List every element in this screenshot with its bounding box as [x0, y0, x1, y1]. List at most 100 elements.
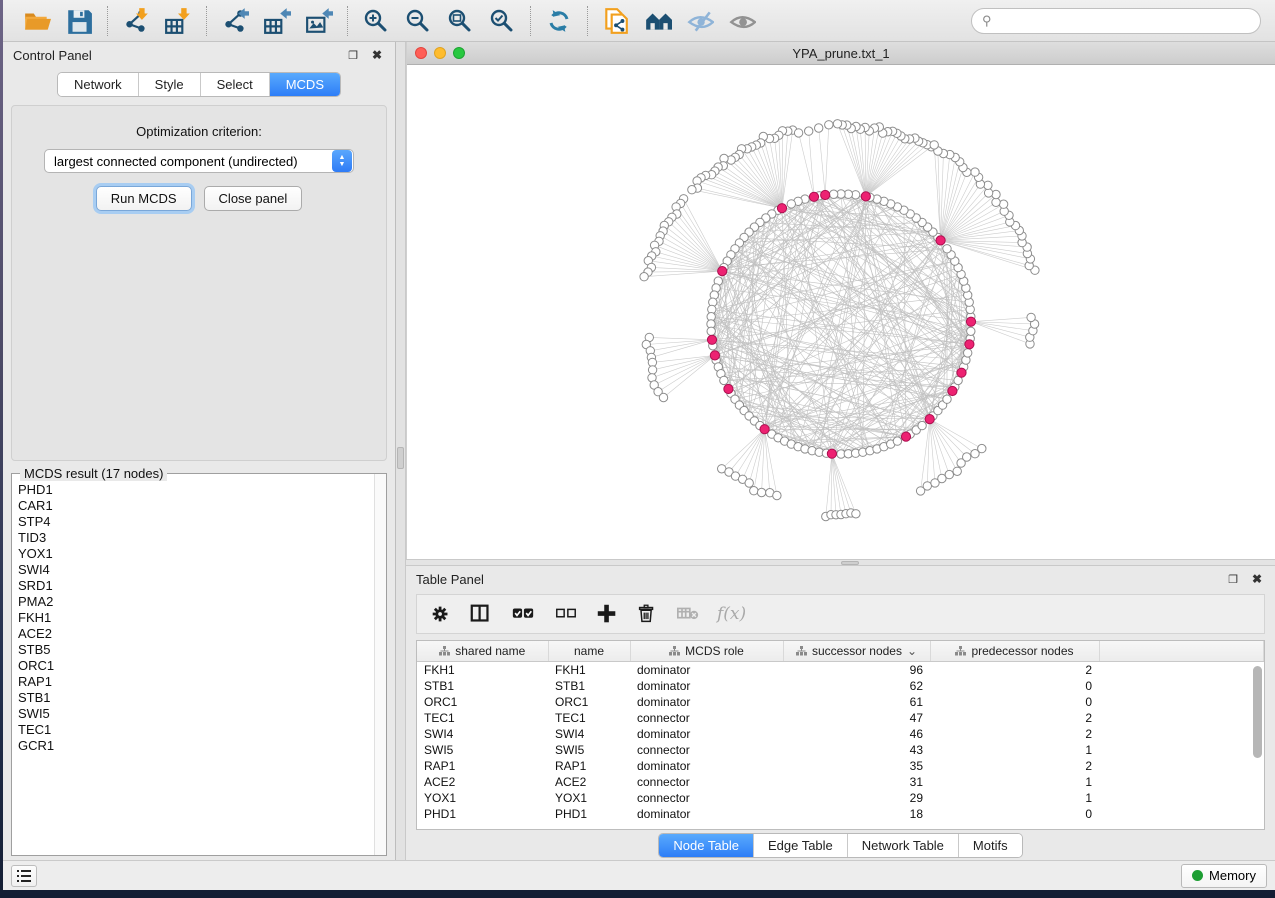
- tab-style[interactable]: Style: [139, 73, 201, 96]
- table-cell[interactable]: PHD1: [548, 806, 630, 822]
- table-cell[interactable]: ORC1: [417, 694, 548, 710]
- first-neighbors-button[interactable]: [640, 5, 676, 37]
- table-cell[interactable]: SWI4: [417, 726, 548, 742]
- table-cell[interactable]: FKH1: [417, 662, 548, 678]
- table-cell[interactable]: ACE2: [417, 774, 548, 790]
- table-cell[interactable]: dominator: [630, 678, 783, 694]
- close-window-icon[interactable]: [415, 47, 427, 59]
- open-session-button[interactable]: [19, 5, 55, 37]
- table-cell[interactable]: 96: [783, 662, 930, 678]
- zoom-out-button[interactable]: [400, 5, 436, 37]
- table-cell[interactable]: STB1: [417, 678, 548, 694]
- sort-menu-icon[interactable]: ⌄: [907, 644, 917, 658]
- save-session-button[interactable]: [61, 5, 97, 37]
- column-header-successor-nodes[interactable]: successor nodes⌄: [783, 641, 930, 661]
- mcds-result-item[interactable]: RAP1: [18, 674, 370, 690]
- mcds-result-item[interactable]: FKH1: [18, 610, 370, 626]
- table-cell[interactable]: PHD1: [417, 806, 548, 822]
- tab-mcds[interactable]: MCDS: [270, 73, 340, 96]
- table-row[interactable]: TEC1TEC1connector472: [417, 710, 1264, 726]
- table-cell[interactable]: TEC1: [417, 710, 548, 726]
- function-builder-button[interactable]: f(x): [717, 604, 746, 624]
- delete-columns-trash-button[interactable]: [635, 602, 659, 626]
- table-cell[interactable]: YOX1: [548, 790, 630, 806]
- mcds-result-item[interactable]: GCR1: [18, 738, 370, 754]
- mcds-result-item[interactable]: YOX1: [18, 546, 370, 562]
- table-cell[interactable]: SWI5: [417, 742, 548, 758]
- table-cell[interactable]: 2: [930, 662, 1099, 678]
- table-cell[interactable]: dominator: [630, 806, 783, 822]
- import-table-button[interactable]: [160, 5, 196, 37]
- optimization-criterion-dropdown[interactable]: largest connected component (undirected)…: [44, 149, 354, 173]
- network-canvas[interactable]: [407, 65, 1275, 559]
- table-cell[interactable]: 46: [783, 726, 930, 742]
- mcds-result-item[interactable]: STB1: [18, 690, 370, 706]
- tab-edge-table[interactable]: Edge Table: [754, 834, 848, 857]
- table-row[interactable]: YOX1YOX1connector291: [417, 790, 1264, 806]
- export-image-button[interactable]: [301, 5, 337, 37]
- network-graph[interactable]: [407, 65, 1275, 559]
- table-cell[interactable]: 47: [783, 710, 930, 726]
- column-header-shared-name[interactable]: shared name: [417, 641, 548, 661]
- table-cell[interactable]: dominator: [630, 726, 783, 742]
- table-cell[interactable]: FKH1: [548, 662, 630, 678]
- tab-motifs[interactable]: Motifs: [959, 834, 1022, 857]
- node-table-body[interactable]: FKH1FKH1dominator962STB1STB1dominator620…: [417, 662, 1264, 830]
- float-panel-icon[interactable]: ❐: [1225, 571, 1241, 587]
- mcds-result-item[interactable]: PMA2: [18, 594, 370, 610]
- table-row[interactable]: ORC1ORC1dominator610: [417, 694, 1264, 710]
- table-cell[interactable]: TEC1: [548, 710, 630, 726]
- mcds-result-item[interactable]: CAR1: [18, 498, 370, 514]
- export-network-button[interactable]: [217, 5, 253, 37]
- table-row[interactable]: PHD1PHD1dominator180: [417, 806, 1264, 822]
- unselect-all-checkboxes-button[interactable]: [553, 602, 579, 626]
- table-cell[interactable]: SWI5: [548, 742, 630, 758]
- table-cell[interactable]: ORC1: [548, 694, 630, 710]
- table-cell[interactable]: 0: [930, 806, 1099, 822]
- table-cell[interactable]: 18: [783, 806, 930, 822]
- duplicate-network-button[interactable]: [598, 5, 634, 37]
- table-cell[interactable]: 2: [930, 726, 1099, 742]
- select-all-checkboxes-button[interactable]: [509, 602, 537, 626]
- table-cell[interactable]: 0: [930, 694, 1099, 710]
- table-cell[interactable]: connector: [630, 742, 783, 758]
- run-mcds-button[interactable]: Run MCDS: [96, 186, 192, 211]
- column-view-button[interactable]: [469, 602, 493, 626]
- horizontal-splitter[interactable]: [406, 559, 1275, 566]
- table-row[interactable]: ACE2ACE2connector311: [417, 774, 1264, 790]
- splitter-grip[interactable]: [841, 561, 859, 565]
- table-cell[interactable]: dominator: [630, 758, 783, 774]
- float-panel-icon[interactable]: ❐: [345, 47, 361, 63]
- close-panel-icon[interactable]: ✖: [1249, 571, 1265, 587]
- column-header-MCDS-role[interactable]: MCDS role: [630, 641, 783, 661]
- search-input[interactable]: [998, 14, 1250, 28]
- table-cell[interactable]: 0: [930, 678, 1099, 694]
- mcds-result-item[interactable]: ACE2: [18, 626, 370, 642]
- close-panel-icon[interactable]: ✖: [369, 47, 385, 63]
- table-scrollbar[interactable]: [1253, 666, 1262, 826]
- column-header-name[interactable]: name: [548, 641, 630, 661]
- table-cell[interactable]: connector: [630, 790, 783, 806]
- minimize-window-icon[interactable]: [434, 47, 446, 59]
- table-cell[interactable]: ACE2: [548, 774, 630, 790]
- tab-network[interactable]: Network: [58, 73, 139, 96]
- table-cell[interactable]: dominator: [630, 662, 783, 678]
- hide-selected-button[interactable]: [682, 5, 718, 37]
- close-panel-button[interactable]: Close panel: [204, 186, 303, 211]
- table-cell[interactable]: 62: [783, 678, 930, 694]
- add-column-button[interactable]: [595, 602, 619, 626]
- table-cell[interactable]: 1: [930, 790, 1099, 806]
- import-network-button[interactable]: [118, 5, 154, 37]
- table-settings-gear-button[interactable]: [429, 602, 453, 626]
- mcds-result-item[interactable]: TEC1: [18, 722, 370, 738]
- vertical-splitter[interactable]: [396, 42, 406, 860]
- tab-node-table[interactable]: Node Table: [659, 834, 754, 857]
- table-cell[interactable]: SWI4: [548, 726, 630, 742]
- tab-select[interactable]: Select: [201, 73, 270, 96]
- table-cell[interactable]: 2: [930, 758, 1099, 774]
- table-cell[interactable]: RAP1: [548, 758, 630, 774]
- mcds-result-item[interactable]: STP4: [18, 514, 370, 530]
- maximize-window-icon[interactable]: [453, 47, 465, 59]
- mcds-result-item[interactable]: SRD1: [18, 578, 370, 594]
- mcds-result-list[interactable]: PHD1CAR1STP4TID3YOX1SWI4SRD1PMA2FKH1ACE2…: [12, 474, 374, 855]
